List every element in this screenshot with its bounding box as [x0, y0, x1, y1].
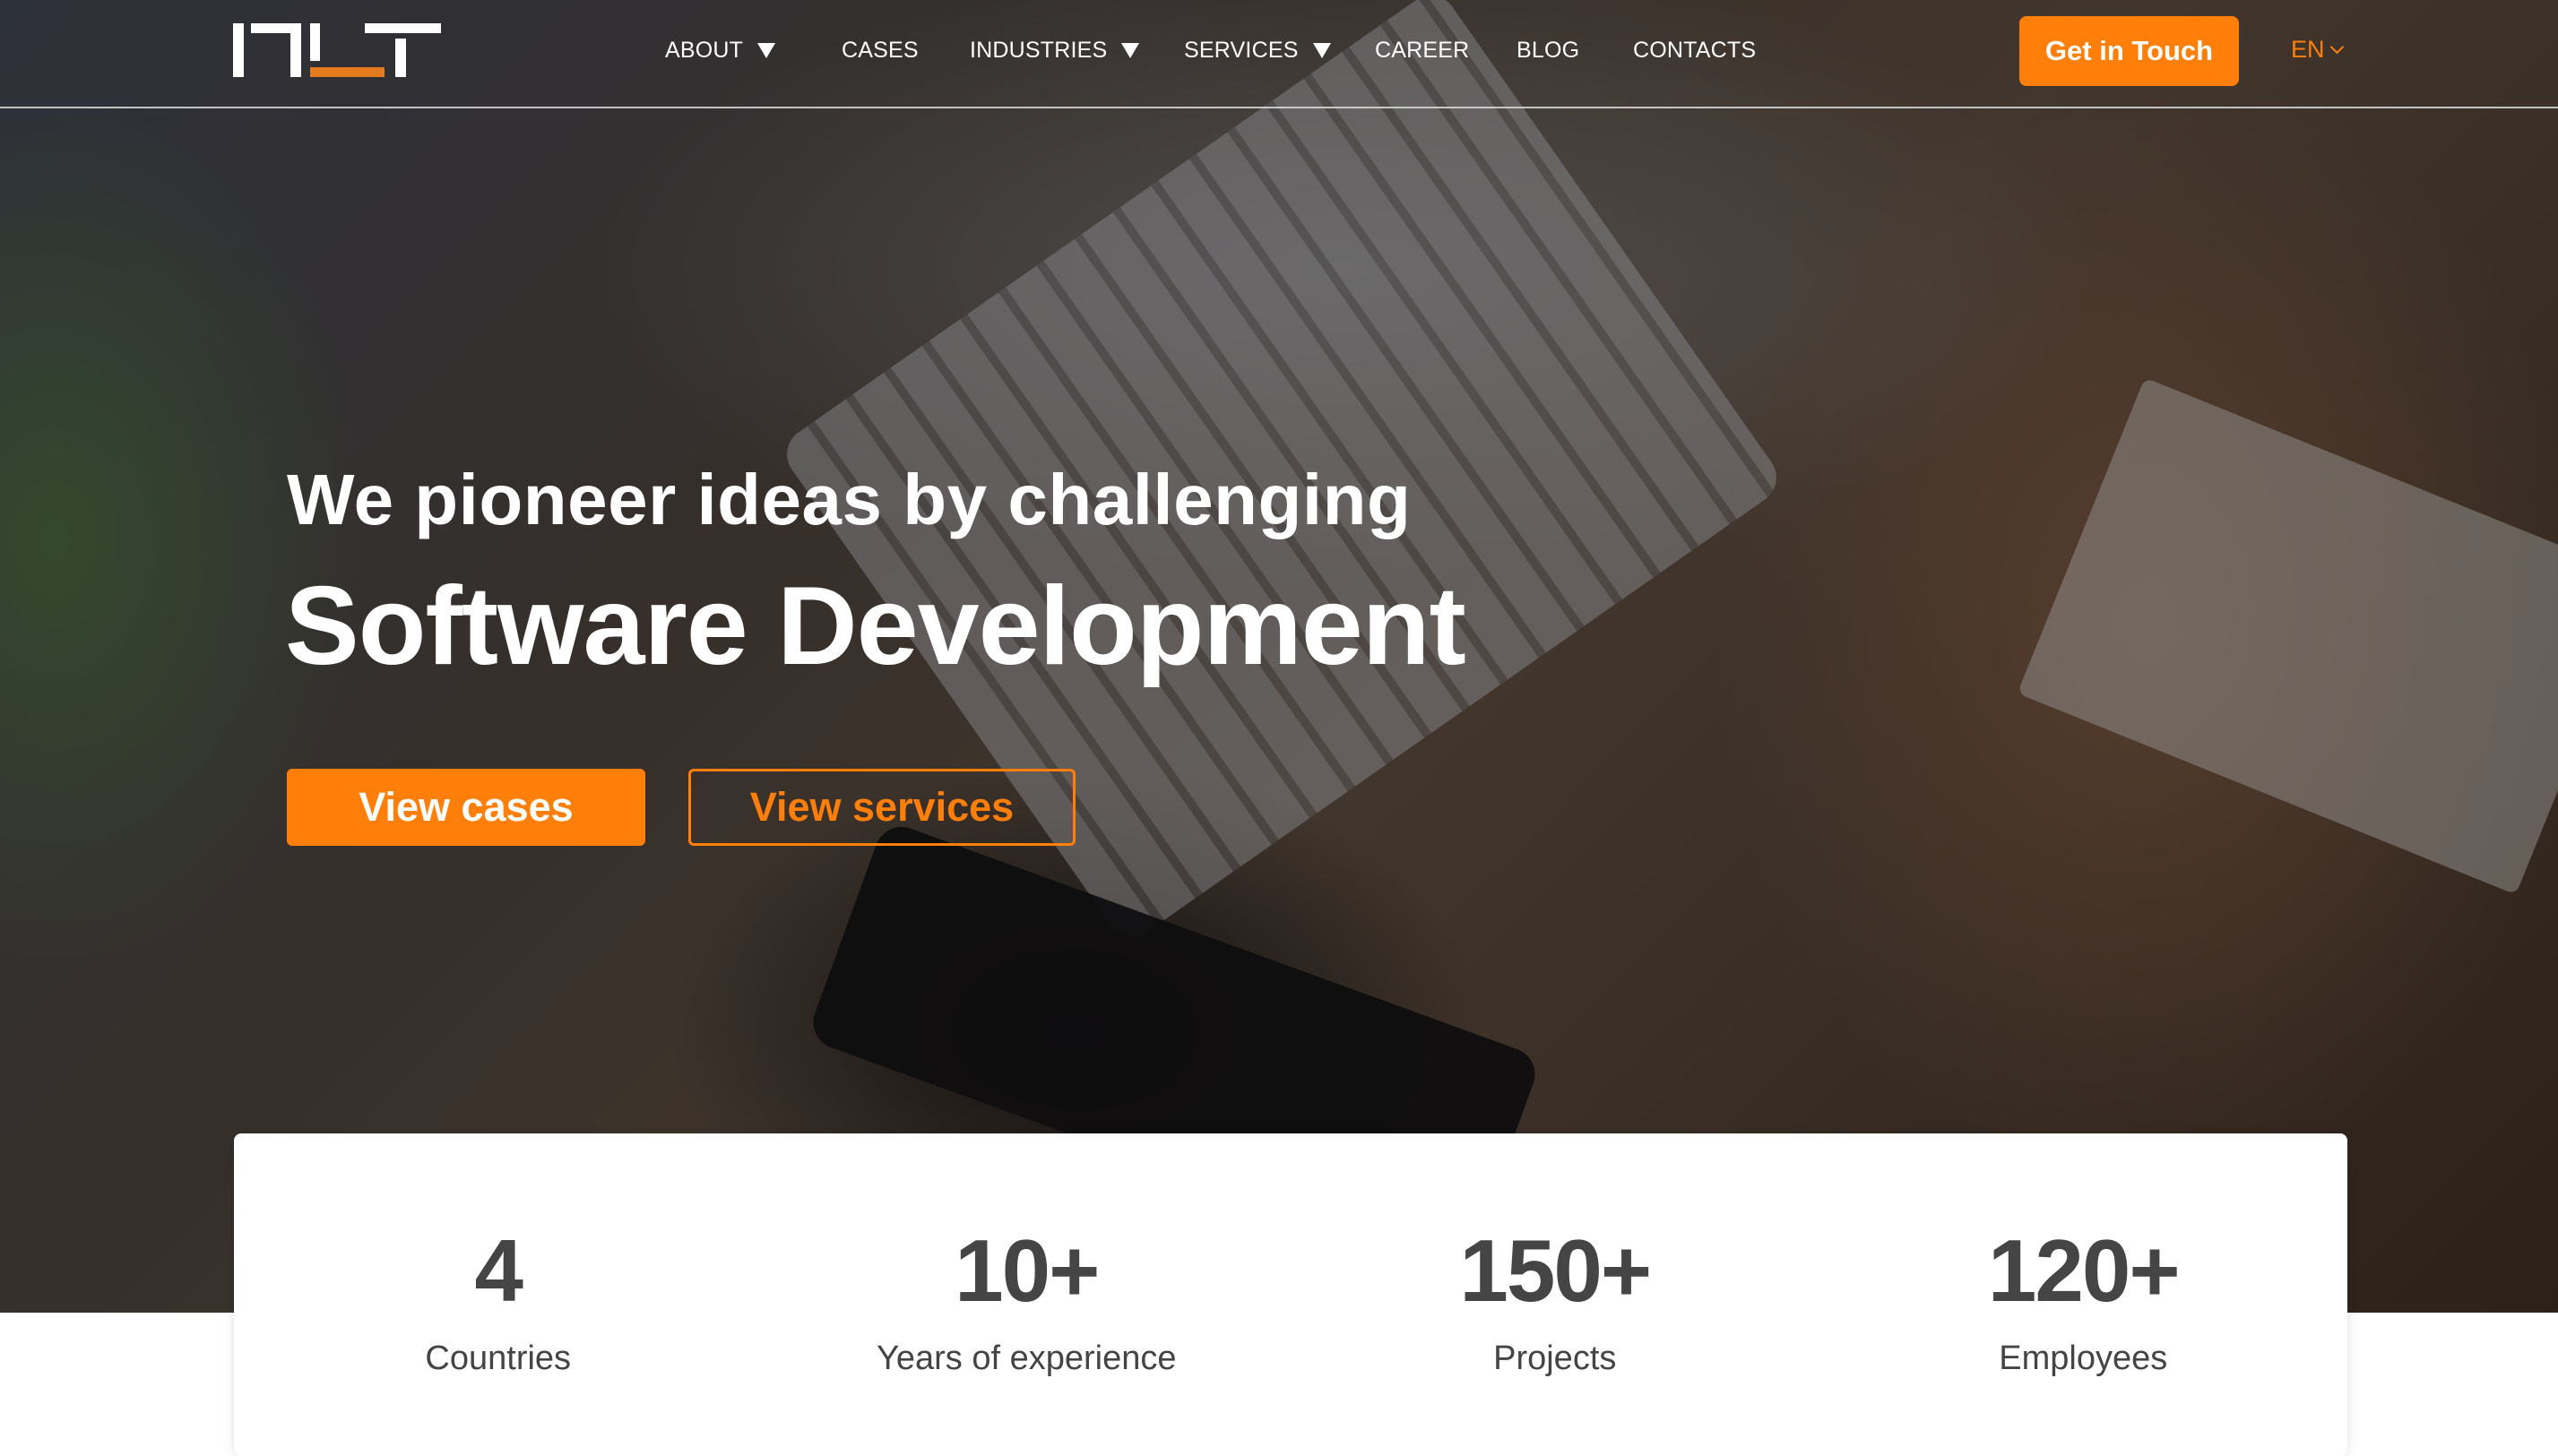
chevron-down-icon: [2329, 39, 2344, 55]
nav-item-career[interactable]: CAREER: [1375, 38, 1517, 64]
stat-years: 10+ Years of experience: [763, 1133, 1292, 1456]
get-in-touch-button[interactable]: Get in Touch: [2019, 16, 2239, 86]
stat-projects: 150+ Projects: [1291, 1133, 1819, 1456]
hero-section: ABOUT CASES INDUSTRIES SERVICES CAREER B…: [0, 0, 2558, 1313]
nav-label: SERVICES: [1184, 37, 1299, 63]
language-selector[interactable]: EN: [2291, 36, 2344, 64]
stat-countries: 4 Countries: [234, 1133, 763, 1456]
caret-down-icon: [1312, 42, 1331, 58]
stat-value: 150+: [1459, 1221, 1652, 1320]
navbar: ABOUT CASES INDUSTRIES SERVICES CAREER B…: [0, 0, 2558, 108]
stat-value: 10+: [955, 1221, 1100, 1320]
stat-label: Years of experience: [877, 1340, 1177, 1377]
caret-down-icon: [757, 42, 776, 58]
stats-card: 4 Countries 10+ Years of experience 150+…: [234, 1133, 2347, 1456]
nav-item-services[interactable]: SERVICES: [1184, 38, 1375, 64]
language-label: EN: [2291, 36, 2325, 63]
nav-item-industries[interactable]: INDUSTRIES: [970, 38, 1184, 64]
stat-employees: 120+ Employees: [1819, 1133, 2348, 1456]
hero-title: Software Development: [285, 564, 1466, 688]
nav-label: ABOUT: [665, 37, 744, 63]
stat-value: 120+: [1987, 1221, 2181, 1320]
nav-item-blog[interactable]: BLOG: [1517, 38, 1633, 64]
nav-label: CAREER: [1375, 37, 1470, 63]
nav-label: BLOG: [1517, 37, 1580, 63]
stat-label: Projects: [1493, 1340, 1617, 1377]
hero-subtitle: We pioneer ideas by challenging: [287, 460, 1412, 539]
view-services-button[interactable]: View services: [688, 769, 1076, 846]
view-cases-button[interactable]: View cases: [287, 769, 645, 846]
nav-label: CASES: [842, 37, 919, 63]
nav-item-cases[interactable]: CASES: [842, 38, 970, 64]
caret-down-icon: [1121, 42, 1140, 58]
stat-label: Countries: [425, 1340, 572, 1377]
main-nav: ABOUT CASES INDUSTRIES SERVICES CAREER B…: [665, 34, 1756, 66]
nav-label: INDUSTRIES: [970, 37, 1108, 63]
logo[interactable]: [233, 23, 441, 77]
nav-label: CONTACTS: [1633, 37, 1757, 63]
nav-item-about[interactable]: ABOUT: [665, 38, 842, 64]
stat-label: Employees: [1999, 1340, 2168, 1377]
nav-item-contacts[interactable]: CONTACTS: [1633, 38, 1756, 64]
stat-value: 4: [474, 1221, 523, 1320]
